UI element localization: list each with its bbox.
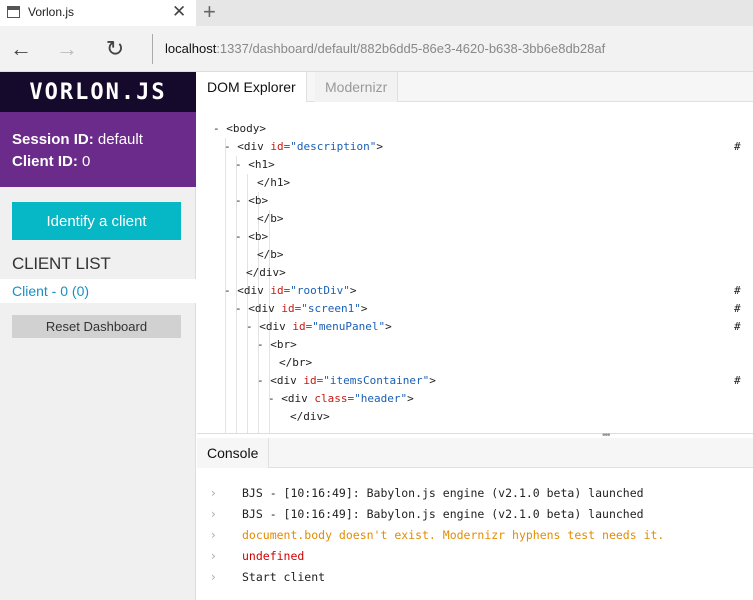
tab-console[interactable]: Console — [197, 438, 270, 468]
console-line: › document.body doesn't exist. Modernizr … — [197, 525, 753, 546]
chevron-right-icon[interactable]: › — [211, 567, 216, 588]
dom-node[interactable]: - <b> — [235, 192, 268, 210]
console-message: undefined — [242, 549, 305, 563]
close-icon[interactable]: ✕ — [172, 2, 186, 22]
logo-bar: VORLON.JS — [0, 72, 196, 112]
dom-node[interactable]: - <div class="header"> — [268, 390, 414, 408]
vorlon-logo: VORLON.JS — [29, 79, 167, 105]
dom-tree: - <body> - <div id="description"> # - <h1> <… — [197, 103, 753, 433]
tab-title: Vorlon.js — [28, 5, 75, 19]
console-message: Start client — [242, 570, 326, 584]
main-panel: DOM Explorer Modernizr - <body> - <div id… — [197, 72, 753, 600]
divider — [152, 34, 153, 64]
client-list-title: CLIENT LIST — [12, 254, 111, 273]
chevron-right-icon[interactable]: › — [211, 546, 216, 567]
address-bar[interactable]: localhost:1337/dashboard/default/882b6dd… — [165, 41, 605, 56]
dom-node[interactable]: - <div id="rootDiv"> — [224, 282, 356, 300]
console-line: › BJS - [10:16:49]: Babylon.js engine (v2… — [197, 504, 753, 525]
hash-link[interactable]: # — [734, 372, 741, 390]
back-button[interactable]: ← — [8, 36, 34, 62]
dom-node[interactable]: </div> — [246, 264, 286, 282]
console-message: BJS - [10:16:49]: Babylon.js engine (v2.… — [242, 507, 644, 521]
dom-node[interactable]: - <b> — [235, 228, 268, 246]
chevron-right-icon[interactable]: › — [211, 525, 216, 546]
dom-node[interactable]: - <div id="description"> — [224, 138, 383, 156]
reset-dashboard-button[interactable]: Reset Dashboard — [12, 315, 181, 338]
forward-button[interactable]: → — [54, 36, 80, 62]
page-icon — [7, 6, 20, 18]
url-host: localhost — [165, 41, 217, 56]
dom-node[interactable]: </div> — [290, 408, 330, 426]
browser-tab-strip: Vorlon.js ✕ + — [0, 0, 753, 26]
identify-client-button[interactable]: Identify a client — [12, 202, 181, 240]
client-id: Client ID: 0 — [12, 153, 91, 170]
chevron-right-icon[interactable]: › — [211, 483, 216, 504]
url-path: :1337/dashboard/default/882b6dd5-86e3-46… — [216, 41, 606, 56]
chevron-right-icon[interactable]: › — [211, 504, 216, 525]
new-tab-button[interactable]: + — [203, 0, 216, 24]
dom-node[interactable]: - <div id="screen1"> — [235, 300, 367, 318]
tab-modernizr[interactable]: Modernizr — [315, 72, 399, 102]
dom-node[interactable]: - <h1> — [235, 156, 275, 174]
session-id: Session ID: default — [12, 131, 143, 148]
dom-node[interactable]: - <br> — [257, 336, 297, 354]
console-line: › BJS - [10:16:49]: Babylon.js engine (v2… — [197, 483, 753, 504]
dom-node[interactable]: </br> — [279, 354, 312, 372]
hash-link[interactable]: # — [734, 318, 741, 336]
console-line: › undefined — [197, 546, 753, 567]
dom-node[interactable]: - <div id="menuPanel"> — [246, 318, 392, 336]
browser-tab[interactable]: Vorlon.js ✕ — [0, 0, 196, 26]
dom-node[interactable]: </h1> — [257, 174, 290, 192]
tab-dom-explorer[interactable]: DOM Explorer — [197, 72, 307, 102]
client-item[interactable]: Client - 0 (0) — [0, 279, 196, 303]
hash-link[interactable]: # — [734, 138, 741, 156]
hash-link[interactable]: # — [734, 300, 741, 318]
session-info: Session ID: default Client ID: 0 — [0, 112, 196, 187]
sidebar: VORLON.JS Session ID: default Client ID:… — [0, 72, 196, 600]
dom-node[interactable]: - <div id="itemsContainer"> — [257, 372, 436, 390]
refresh-button[interactable]: ↻ — [102, 36, 128, 62]
console-message: document.body doesn't exist. Modernizr h… — [242, 528, 665, 542]
dom-node[interactable]: </b> — [257, 210, 284, 228]
dom-node[interactable]: </b> — [257, 246, 284, 264]
plugin-tabs: DOM Explorer Modernizr — [197, 72, 753, 102]
navigation-bar: ← → ↻ localhost:1337/dashboard/default/8… — [0, 26, 753, 72]
hash-link[interactable]: # — [734, 282, 741, 300]
console-header: Console — [197, 438, 753, 468]
dom-node[interactable]: - <body> — [213, 120, 266, 138]
console-line: › Start client — [197, 567, 753, 588]
console-message: BJS - [10:16:49]: Babylon.js engine (v2.… — [242, 486, 644, 500]
